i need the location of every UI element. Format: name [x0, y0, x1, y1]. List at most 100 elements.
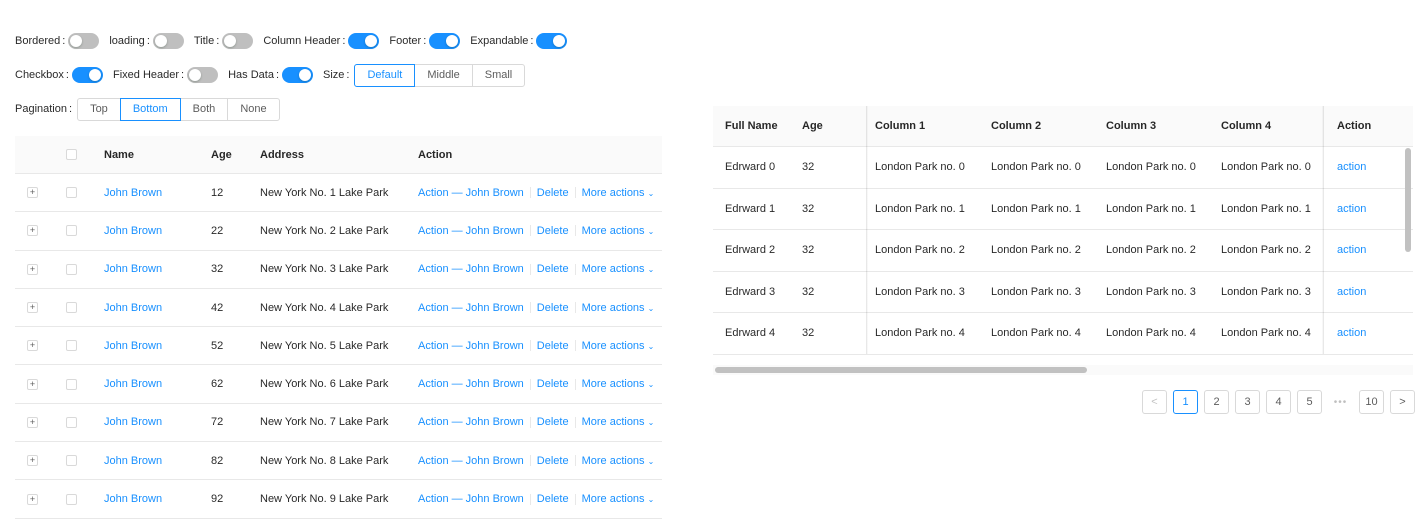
- action-link[interactable]: Action — John Brown: [418, 225, 524, 237]
- next-page-button[interactable]: >: [1390, 390, 1415, 414]
- more-actions-link[interactable]: More actions ⌄: [582, 340, 655, 352]
- more-actions-link[interactable]: More actions ⌄: [582, 225, 655, 237]
- pagination-none-button[interactable]: None: [227, 97, 280, 121]
- expand-row-icon[interactable]: +: [27, 378, 38, 390]
- size-small-button[interactable]: Small: [471, 63, 526, 87]
- delete-link[interactable]: Delete: [537, 416, 569, 428]
- name-link[interactable]: John Brown: [104, 442, 162, 479]
- age-cell: 32: [802, 285, 815, 298]
- action-link[interactable]: Action — John Brown: [418, 378, 524, 390]
- delete-link[interactable]: Delete: [537, 493, 569, 505]
- row-checkbox[interactable]: [66, 378, 77, 390]
- has-data-label: Has Data: [228, 69, 274, 81]
- row-checkbox[interactable]: [66, 302, 77, 314]
- bordered-label: Bordered: [15, 35, 61, 47]
- pagination-bottom-button[interactable]: Bottom: [119, 97, 181, 121]
- horizontal-scrollbar[interactable]: [715, 367, 1087, 373]
- age-cell: 92: [211, 493, 224, 506]
- name-link[interactable]: John Brown: [104, 212, 162, 249]
- expand-row-icon[interactable]: +: [27, 225, 38, 237]
- size-middle-button[interactable]: Middle: [414, 63, 473, 87]
- fixed-header-switch[interactable]: [187, 67, 219, 83]
- action-link[interactable]: Action — John Brown: [418, 263, 524, 275]
- column-header-switch[interactable]: [348, 33, 380, 49]
- action-link[interactable]: action: [1337, 313, 1366, 354]
- loading-switch[interactable]: [152, 33, 184, 49]
- name-link[interactable]: John Brown: [104, 174, 162, 211]
- expand-row-icon[interactable]: +: [27, 263, 38, 275]
- name-link[interactable]: John Brown: [104, 480, 162, 517]
- header-name[interactable]: Name: [104, 136, 134, 173]
- action-link[interactable]: Action — John Brown: [418, 187, 524, 199]
- bordered-switch[interactable]: [68, 33, 100, 49]
- action-link[interactable]: Action — John Brown: [418, 416, 524, 428]
- delete-link[interactable]: Delete: [537, 302, 569, 314]
- row-checkbox[interactable]: [66, 187, 77, 199]
- action-link[interactable]: action: [1337, 230, 1366, 271]
- has-data-switch[interactable]: [282, 67, 314, 83]
- row-checkbox[interactable]: [66, 416, 77, 428]
- delete-link[interactable]: Delete: [537, 378, 569, 390]
- users-table: Name Age Address Action + John Brown 12 New…: [15, 136, 662, 519]
- name-link[interactable]: John Brown: [104, 404, 162, 441]
- title-switch[interactable]: [222, 33, 254, 49]
- chevron-down-icon: ⌄: [647, 303, 655, 313]
- prev-page-button[interactable]: <: [1142, 390, 1167, 414]
- fixed-left-shadow: [866, 106, 868, 354]
- expand-row-icon[interactable]: +: [27, 302, 38, 314]
- more-actions-link[interactable]: More actions ⌄: [582, 493, 655, 505]
- action-link[interactable]: Action — John Brown: [418, 340, 524, 352]
- row-checkbox[interactable]: [66, 340, 77, 352]
- delete-link[interactable]: Delete: [537, 187, 569, 199]
- delete-link[interactable]: Delete: [537, 340, 569, 352]
- page-2-button[interactable]: 2: [1204, 390, 1229, 414]
- header-age[interactable]: Age: [211, 136, 232, 173]
- delete-link[interactable]: Delete: [537, 225, 569, 237]
- footer-switch[interactable]: [429, 33, 461, 49]
- more-actions-link[interactable]: More actions ⌄: [582, 378, 655, 390]
- expand-row-icon[interactable]: +: [27, 187, 38, 199]
- size-default-button[interactable]: Default: [354, 63, 416, 87]
- name-link[interactable]: John Brown: [104, 289, 162, 326]
- select-all-checkbox[interactable]: [66, 149, 77, 160]
- more-actions-link[interactable]: More actions ⌄: [582, 302, 655, 314]
- delete-link[interactable]: Delete: [537, 263, 569, 275]
- column-header-label: Column Header: [263, 35, 341, 47]
- page-3-button[interactable]: 3: [1235, 390, 1260, 414]
- row-checkbox[interactable]: [66, 493, 77, 505]
- table-row: + John Brown 82 New York No. 8 Lake Park Act…: [15, 442, 662, 481]
- name-link[interactable]: John Brown: [104, 251, 162, 288]
- vertical-scrollbar[interactable]: [1405, 148, 1411, 252]
- more-actions-link[interactable]: More actions ⌄: [582, 187, 655, 199]
- name-link[interactable]: John Brown: [104, 365, 162, 402]
- action-cell: Action — John Brown Delete More actions ⌄: [418, 365, 654, 402]
- expand-row-icon[interactable]: +: [27, 340, 38, 352]
- checkbox-switch[interactable]: [71, 67, 103, 83]
- action-link[interactable]: action: [1337, 272, 1366, 313]
- action-link[interactable]: action: [1337, 189, 1366, 230]
- expand-row-icon[interactable]: +: [27, 493, 38, 505]
- name-link[interactable]: John Brown: [104, 327, 162, 364]
- more-actions-link[interactable]: More actions ⌄: [582, 455, 655, 467]
- row-checkbox[interactable]: [66, 263, 77, 275]
- page-5-button[interactable]: 5: [1297, 390, 1322, 414]
- page-1-button[interactable]: 1: [1173, 390, 1198, 414]
- jump-next-ellipsis[interactable]: •••: [1328, 390, 1353, 414]
- pagination-both-button[interactable]: Both: [179, 97, 229, 121]
- more-actions-link[interactable]: More actions ⌄: [582, 263, 655, 275]
- more-actions-link[interactable]: More actions ⌄: [582, 416, 655, 428]
- action-link[interactable]: action: [1337, 147, 1366, 188]
- pagination-top-button[interactable]: Top: [77, 97, 121, 121]
- expand-row-icon[interactable]: +: [27, 455, 38, 467]
- row-checkbox[interactable]: [66, 225, 77, 237]
- action-link[interactable]: Action — John Brown: [418, 302, 524, 314]
- row-checkbox[interactable]: [66, 455, 77, 467]
- page-10-button[interactable]: 10: [1359, 390, 1384, 414]
- expandable-switch[interactable]: [536, 33, 568, 49]
- header-address[interactable]: Address: [260, 136, 304, 173]
- action-link[interactable]: Action — John Brown: [418, 455, 524, 467]
- page-4-button[interactable]: 4: [1266, 390, 1291, 414]
- action-link[interactable]: Action — John Brown: [418, 493, 524, 505]
- expand-row-icon[interactable]: +: [27, 416, 38, 428]
- delete-link[interactable]: Delete: [537, 455, 569, 467]
